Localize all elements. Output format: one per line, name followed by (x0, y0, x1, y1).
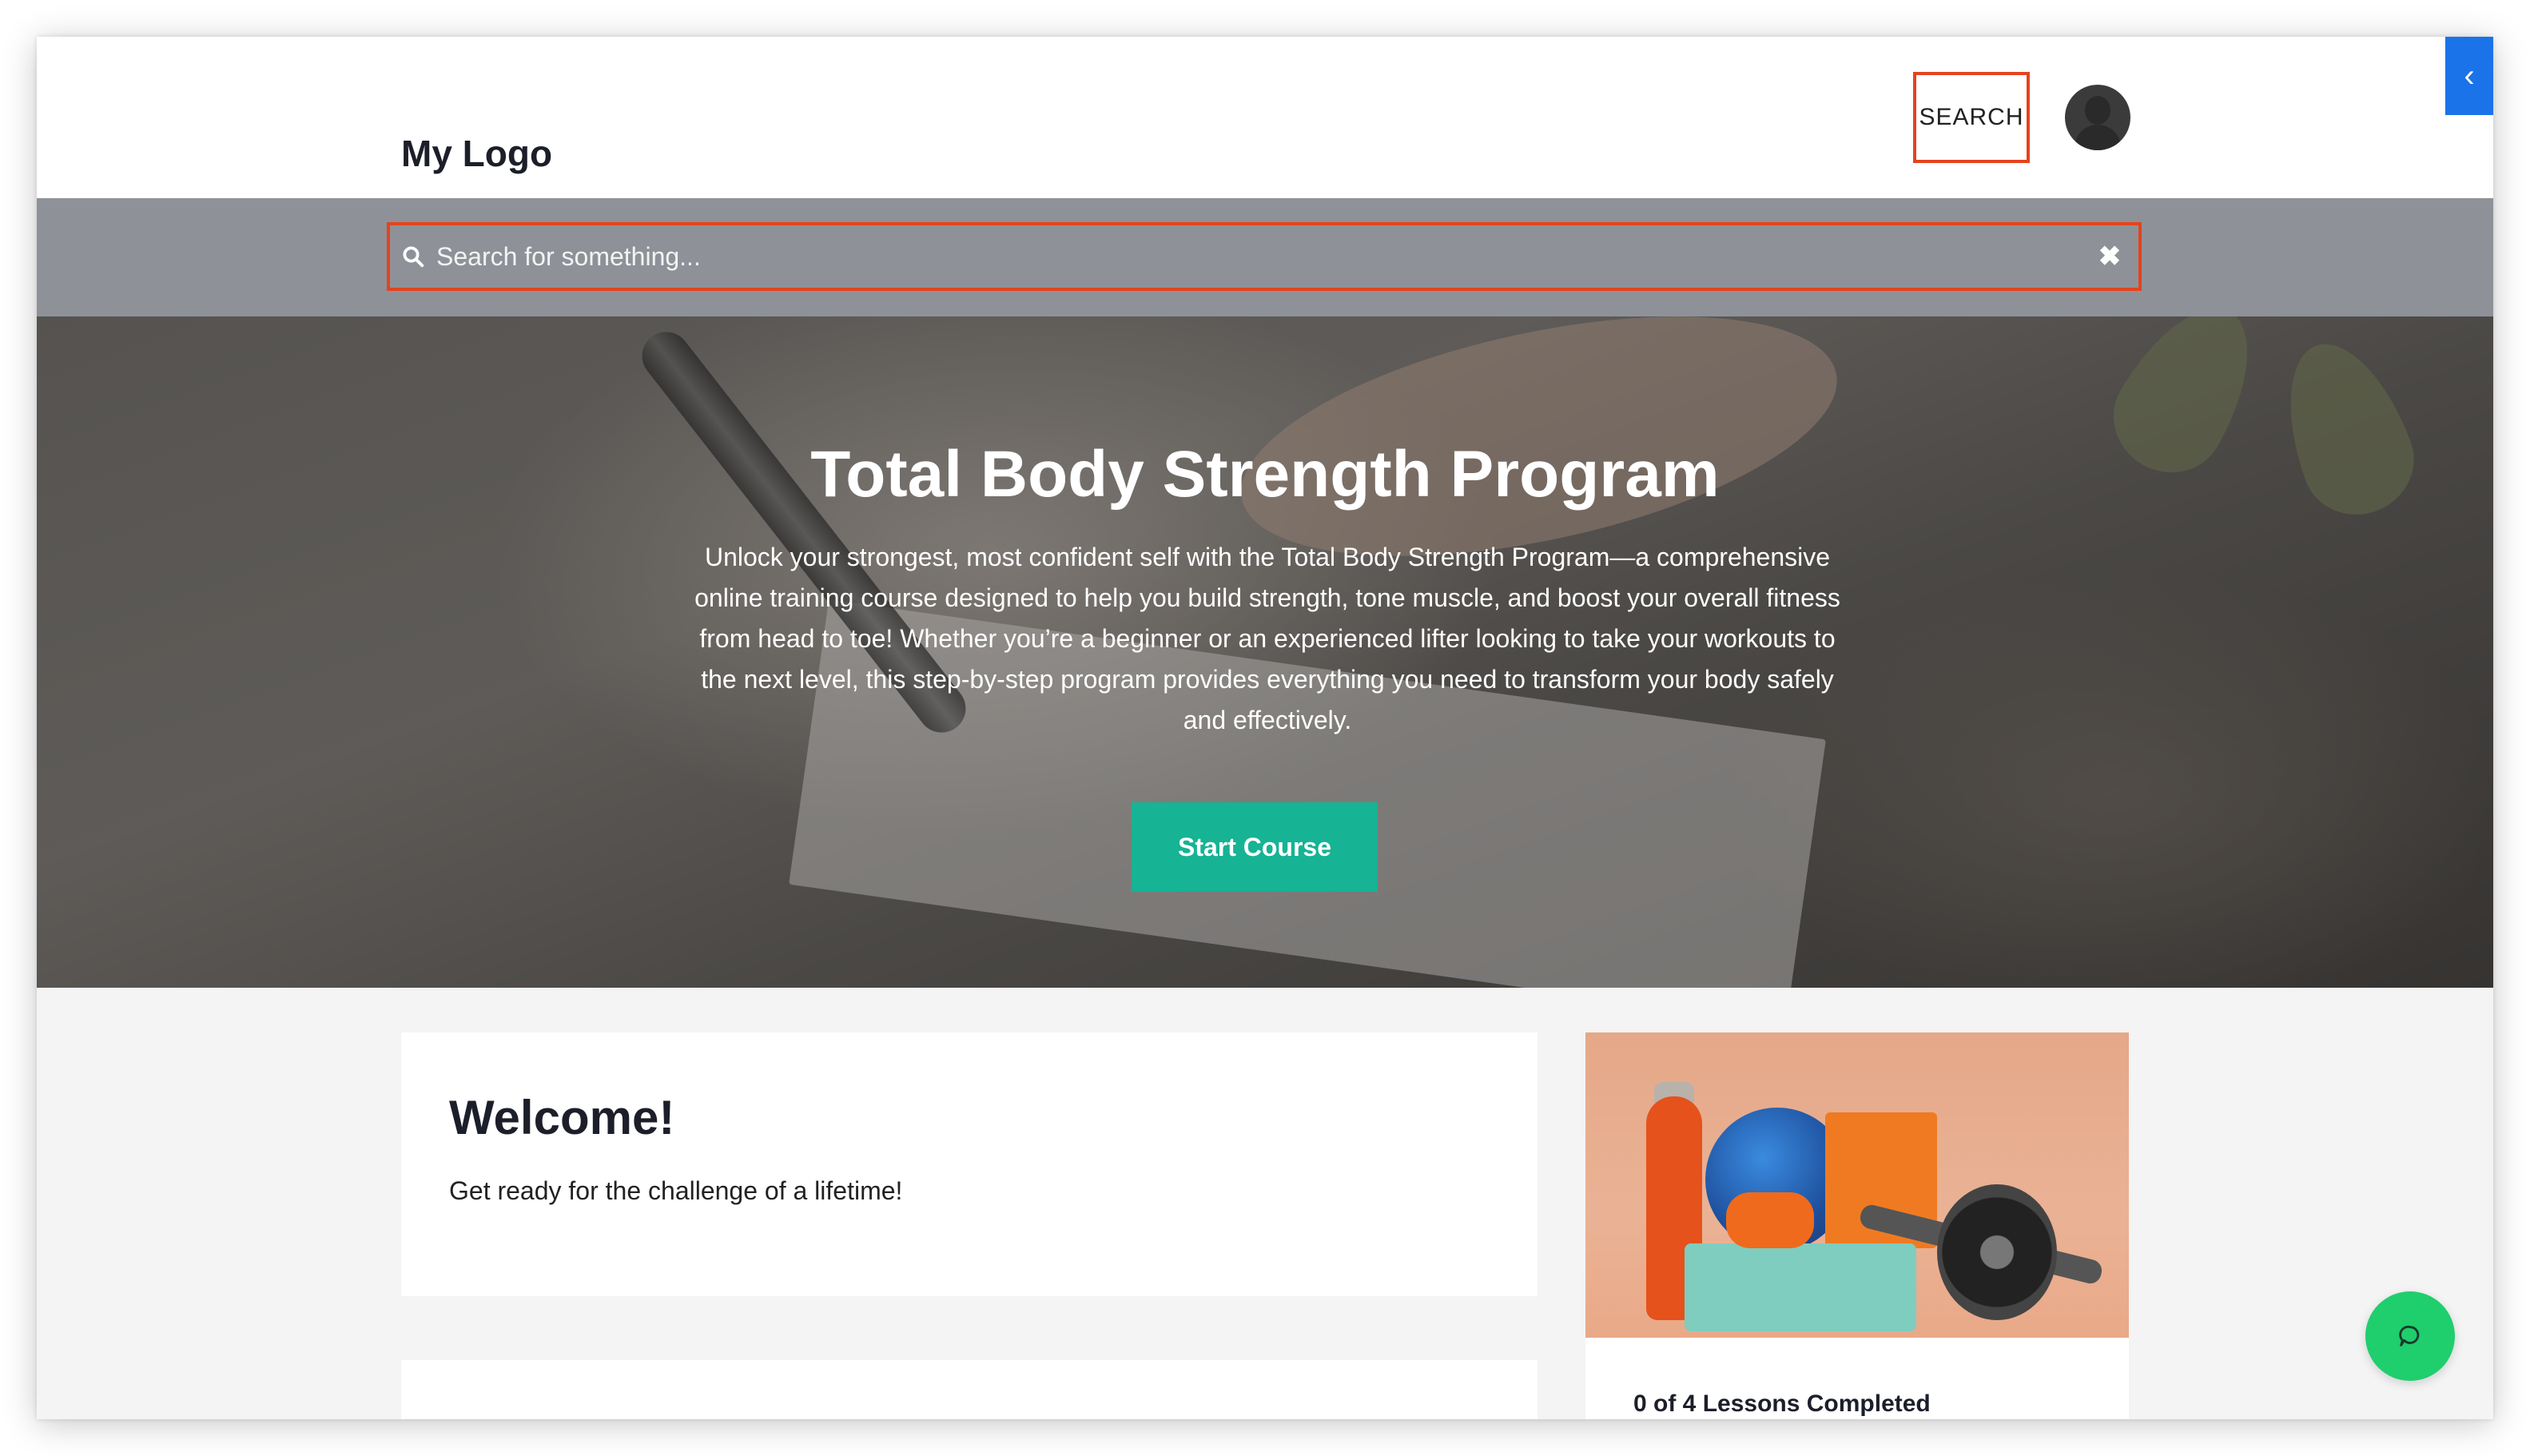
welcome-heading: Welcome! (449, 1091, 675, 1144)
user-avatar[interactable] (2065, 85, 2130, 150)
search-input[interactable] (436, 233, 2094, 280)
browser-viewport: My Logo SEARCH ✖ Total Body Strength Pro… (37, 37, 2493, 1419)
content-card (401, 1360, 1537, 1419)
welcome-text: Get ready for the challenge of a lifetim… (449, 1176, 903, 1205)
hero-banner: Total Body Strength Program Unlock your … (37, 316, 2493, 988)
welcome-card: Welcome! Get ready for the challenge of … (401, 1032, 1537, 1296)
site-header: My Logo SEARCH (37, 37, 2493, 198)
lessons-progress-text: 0 of 4 Lessons Completed (1633, 1390, 1931, 1417)
start-course-button[interactable]: Start Course (1132, 802, 1378, 892)
chat-button[interactable] (2365, 1291, 2455, 1381)
course-thumbnail-image (1585, 1032, 2129, 1338)
image-block-shape (1685, 1243, 1916, 1331)
search-bar-strip: ✖ (37, 198, 2493, 316)
chat-bubble-icon (2399, 1325, 2420, 1347)
chevron-left-icon[interactable]: ‹ (2445, 37, 2493, 115)
magnifier-icon (403, 246, 424, 268)
search-toggle-button[interactable]: SEARCH (1913, 72, 2030, 163)
avatar-body-shape (2075, 125, 2121, 150)
site-logo[interactable]: My Logo (401, 131, 552, 176)
image-wheel-shape (1937, 1184, 2057, 1320)
course-progress-card: 0 of 4 Lessons Completed (1585, 1032, 2129, 1419)
search-box: ✖ (387, 222, 2142, 291)
hero-title: Total Body Strength Program (810, 438, 1720, 511)
avatar-head-shape (2085, 96, 2110, 125)
hero-description: Unlock your strongest, most confident se… (694, 543, 1840, 734)
image-dumbbell-shape (1726, 1192, 1814, 1248)
close-icon[interactable]: ✖ (2094, 241, 2126, 273)
